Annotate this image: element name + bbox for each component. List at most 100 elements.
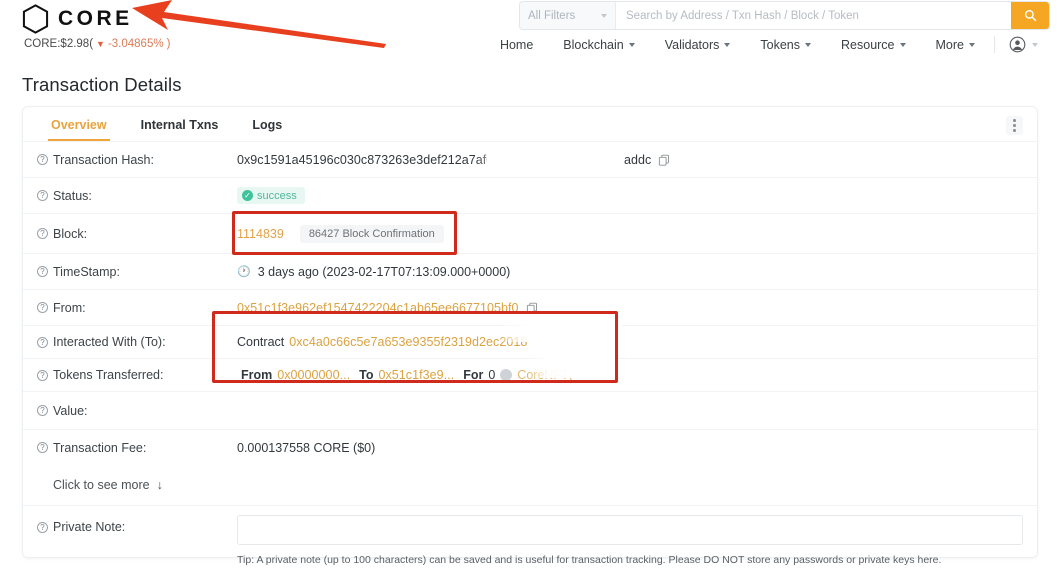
row-label: ? TimeStamp: <box>37 265 237 279</box>
nav-item-more[interactable]: More <box>921 38 990 52</box>
main-navigation: Home Blockchain Validators Tokens Resour… <box>485 36 1046 53</box>
nav-item-resource[interactable]: Resource <box>826 38 921 52</box>
nav-label: Validators <box>664 37 720 52</box>
nav-item-blockchain[interactable]: Blockchain <box>548 38 649 52</box>
tab-label: Logs <box>252 118 283 132</box>
row-value: ✓ success <box>237 187 1023 204</box>
tab-logs[interactable]: Logs <box>235 118 299 141</box>
brand-logo[interactable]: CORE <box>22 4 133 34</box>
nav-divider <box>994 36 995 53</box>
account-menu[interactable] <box>999 36 1046 53</box>
block-number-link[interactable]: 1114839 <box>237 227 284 241</box>
chevron-down-icon <box>628 42 635 47</box>
ticker-suffix: ) <box>166 38 171 50</box>
row-label: ? Value: <box>37 404 237 418</box>
help-icon[interactable]: ? <box>37 442 48 453</box>
row-label: ? Block: <box>37 227 237 241</box>
search-filter-label: All Filters <box>528 9 576 22</box>
token-to-address[interactable]: 0x51c1f3e9... <box>378 368 454 382</box>
nav-label: Blockchain <box>563 37 624 52</box>
help-icon[interactable]: ? <box>37 154 48 165</box>
row-value: 1114839 86427 Block Confirmation <box>237 224 1023 243</box>
see-more-label: Click to see more <box>53 478 150 492</box>
help-icon[interactable]: ? <box>37 266 48 277</box>
check-circle-icon: ✓ <box>242 190 253 201</box>
copy-icon[interactable] <box>526 302 538 314</box>
tab-bar: Overview Internal Txns Logs <box>23 107 1037 141</box>
private-note-input[interactable] <box>237 515 1023 545</box>
search-filter-dropdown[interactable]: All Filters <box>520 2 616 29</box>
chevron-down-icon <box>969 42 975 47</box>
nav-label: Home <box>499 37 534 52</box>
token-avatar-icon <box>500 369 513 381</box>
private-note-tip: Tip: A private note (up to 100 character… <box>237 554 942 566</box>
contract-address-link[interactable]: 0xc4a0c66c5e7a653e9355f2319d2ec2018 <box>289 335 527 349</box>
details-rows: ? Transaction Hash: 0x9c1591a45196c030c8… <box>23 141 1037 574</box>
row-value: 0.000137558 CORE ($0) <box>237 441 1023 455</box>
row-timestamp: ? TimeStamp: 🕐 3 days ago (2023-02-17T07… <box>23 253 1037 289</box>
tab-internal-txns[interactable]: Internal Txns <box>124 118 236 141</box>
row-label: ? Tokens Transferred: <box>37 368 237 382</box>
clock-icon: 🕐 <box>237 266 251 278</box>
row-transaction-hash: ? Transaction Hash: 0x9c1591a45196c030c8… <box>23 141 1037 177</box>
row-value: From 0x0000000... To 0x51c1f3e9... For 0… <box>237 368 1023 382</box>
site-header: CORE CORE:$2.98( ▼ -3.04865% ) All Filte… <box>0 0 1060 62</box>
ticker-price: CORE:$2.98( <box>24 38 94 50</box>
row-private-note: ? Private Note: <box>23 505 1037 551</box>
token-from-address[interactable]: 0x0000000... <box>277 368 350 382</box>
search-bar: All Filters <box>519 1 1050 30</box>
chevron-down-icon <box>805 42 812 47</box>
search-icon <box>1024 9 1036 22</box>
chevron-down-icon <box>601 13 607 18</box>
row-block: ? Block: 1114839 86427 Block Confirmatio… <box>23 213 1037 253</box>
chevron-down-icon <box>724 42 731 47</box>
transaction-hash-tail: addc <box>624 152 652 167</box>
help-icon[interactable]: ? <box>37 302 48 313</box>
help-icon[interactable]: ? <box>37 521 48 533</box>
row-value: 🕐 3 days ago (2023-02-17T07:13:09.000+00… <box>237 265 1023 279</box>
label-text: From: <box>53 300 86 315</box>
nav-item-home[interactable]: Home <box>485 38 548 52</box>
see-more-toggle[interactable]: Click to see more ↓ <box>23 465 1037 505</box>
row-label: ? From: <box>37 301 237 315</box>
search-submit-button[interactable] <box>1011 2 1049 29</box>
caret-down-icon: ▼ <box>96 38 105 49</box>
timestamp-value: 3 days ago (2023-02-17T07:13:09.000+0000… <box>257 264 511 279</box>
search-input[interactable] <box>616 2 1011 29</box>
token-from-label: From <box>241 368 273 382</box>
kebab-menu-icon[interactable] <box>1006 116 1023 135</box>
help-icon[interactable]: ? <box>37 336 48 348</box>
tab-overview[interactable]: Overview <box>34 118 124 141</box>
row-from: ? From: 0x51c1f3e962ef1547422204c1ab65ee… <box>23 289 1037 325</box>
label-text: Private Note: <box>53 520 126 534</box>
row-tokens-transferred: ? Tokens Transferred: From 0x0000000... … <box>23 358 1037 391</box>
status-text: success <box>257 189 297 202</box>
contract-prefix: Contract <box>237 335 285 349</box>
label-text: Transaction Hash: <box>53 152 154 167</box>
help-icon[interactable]: ? <box>37 228 48 239</box>
from-address-link[interactable]: 0x51c1f3e962ef1547422204c1ab65ee6677105b… <box>237 301 519 315</box>
row-label: ? Interacted With (To): <box>37 335 237 349</box>
core-price-ticker: CORE:$2.98( ▼ -3.04865% ) <box>24 38 170 50</box>
row-status: ? Status: ✓ success <box>23 177 1037 213</box>
token-for-label: For <box>463 368 484 382</box>
label-text: Value: <box>53 403 88 418</box>
block-confirmation-badge: 86427 Block Confirmation <box>299 224 444 243</box>
arrow-down-icon: ↓ <box>156 478 163 492</box>
nav-item-tokens[interactable]: Tokens <box>745 38 826 52</box>
ticker-change: -3.04865% <box>107 38 164 50</box>
row-value: 0x9c1591a45196c030c873263e3def212a7af0d … <box>237 153 1023 167</box>
copy-icon[interactable] <box>658 154 670 166</box>
help-icon[interactable]: ? <box>37 369 48 381</box>
hexagon-logo-icon <box>22 4 49 34</box>
token-name-link[interactable]: CoreNFT( <box>517 368 573 382</box>
help-icon[interactable]: ? <box>37 405 48 416</box>
chevron-down-icon <box>1032 42 1038 47</box>
transaction-hash-value[interactable]: 0x9c1591a45196c030c873263e3def212a7af0d <box>237 153 487 167</box>
nav-item-validators[interactable]: Validators <box>650 38 746 52</box>
label-text: Block: <box>53 226 88 241</box>
nav-label: More <box>935 37 964 52</box>
row-value: Contract 0xc4a0c66c5e7a653e9355f2319d2ec… <box>237 335 1023 349</box>
row-label: ? Status: <box>37 189 237 203</box>
help-icon[interactable]: ? <box>37 190 48 201</box>
